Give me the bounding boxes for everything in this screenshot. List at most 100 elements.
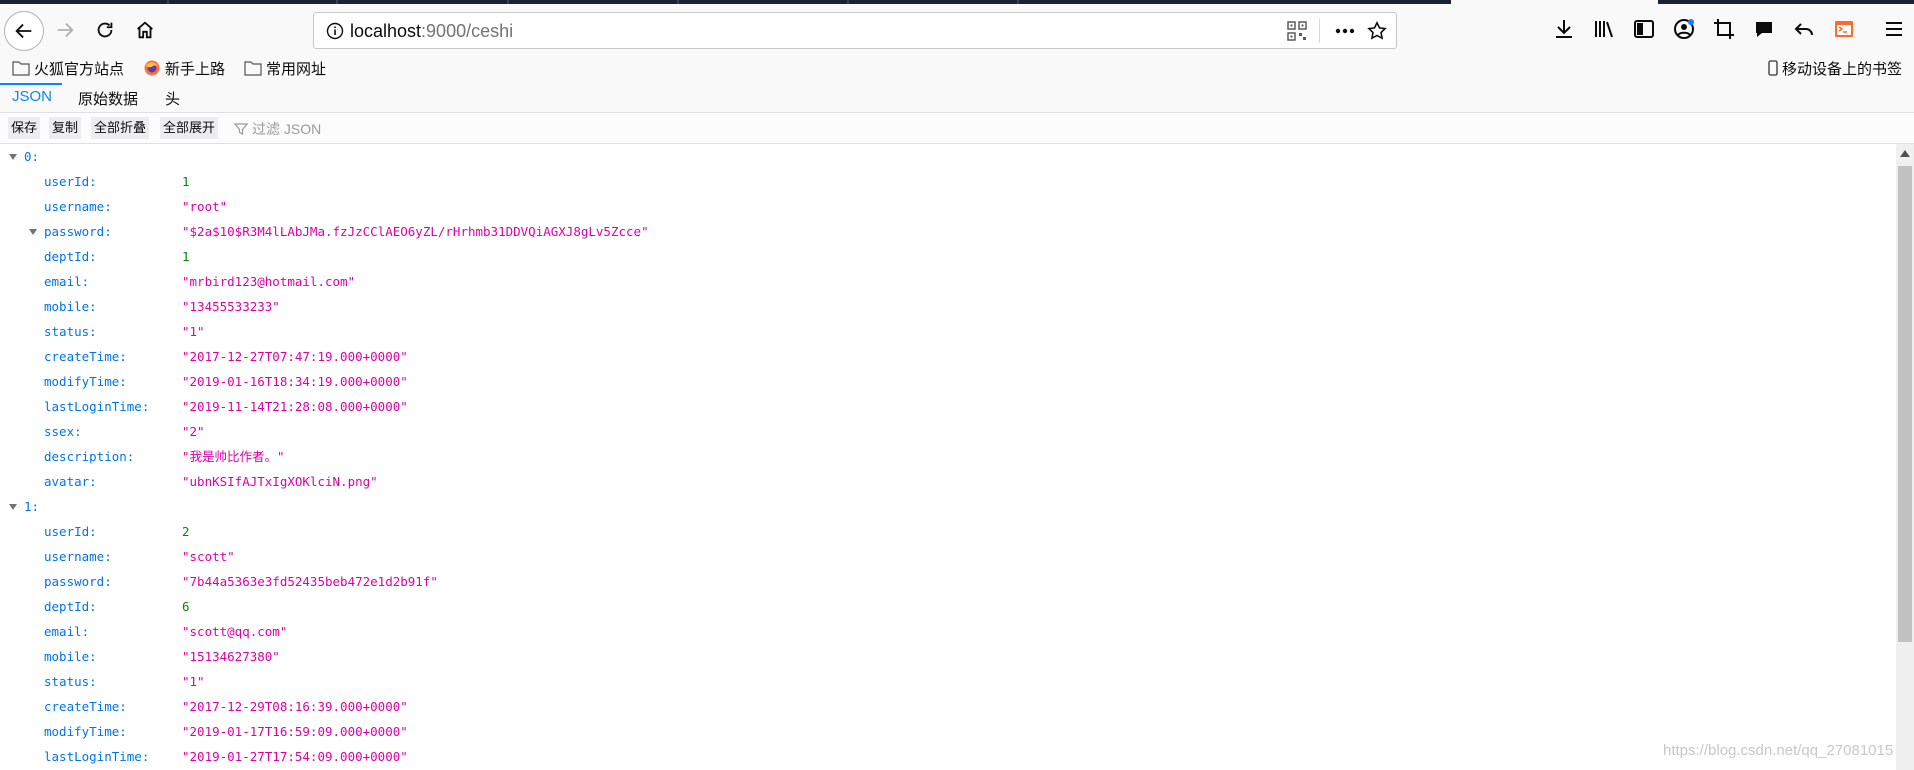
- bookmark-star-icon[interactable]: [1366, 20, 1388, 42]
- bookmark-getting-started[interactable]: 新手上路: [143, 57, 225, 79]
- json-field-row[interactable]: lastLoginTime: "2019-11-14T21:28:08.000+0…: [0, 394, 1896, 419]
- filter-funnel-icon: [234, 123, 248, 135]
- bookmark-common-sites[interactable]: 常用网址: [244, 57, 326, 79]
- library-icon[interactable]: [1592, 17, 1616, 41]
- field-value: "root": [182, 199, 228, 214]
- hamburger-menu-icon[interactable]: [1882, 17, 1906, 41]
- back-button[interactable]: [4, 11, 44, 51]
- field-value: "2017-12-29T08:16:39.000+0000": [182, 699, 408, 714]
- json-field-row[interactable]: mobile: "15134627380": [0, 644, 1896, 669]
- bookmark-label: 火狐官方站点: [34, 60, 125, 78]
- json-field-row[interactable]: deptId: 6: [0, 594, 1896, 619]
- json-field-row[interactable]: email: "scott@qq.com": [0, 619, 1896, 644]
- more-options-icon[interactable]: [1332, 20, 1358, 42]
- field-value: "1": [182, 324, 205, 339]
- field-key: createTime:: [44, 349, 127, 364]
- json-field-row[interactable]: modifyTime: "2019-01-16T18:34:19.000+0000…: [0, 369, 1896, 394]
- json-tree: 0: userId: 1 username: "root" password: "$2a$1…: [0, 144, 1896, 770]
- json-field-row[interactable]: lastLoginTime: "2019-01-27T17:54:09.000+0…: [0, 744, 1896, 769]
- field-key: email:: [44, 624, 90, 639]
- reload-button[interactable]: [85, 10, 125, 50]
- filter-placeholder: 过滤 JSON: [252, 121, 322, 137]
- field-key: ssex:: [44, 424, 82, 439]
- json-field-row[interactable]: username: "root": [0, 194, 1896, 219]
- chat-bubble-icon[interactable]: [1752, 17, 1776, 41]
- field-key: createTime:: [44, 699, 127, 714]
- json-field-row[interactable]: description: "我是帅比作者。": [0, 444, 1896, 469]
- json-field-row[interactable]: mobile: "13455533233": [0, 294, 1896, 319]
- save-button[interactable]: 保存: [8, 117, 41, 139]
- json-field-row[interactable]: userId: 1: [0, 169, 1896, 194]
- firefox-logo-icon: [144, 60, 160, 76]
- expand-all-button[interactable]: 全部展开: [160, 117, 219, 139]
- scrollbar-thumb[interactable]: [1898, 166, 1912, 642]
- scroll-up-arrow-icon[interactable]: [1900, 150, 1910, 157]
- download-icon[interactable]: [1552, 17, 1576, 41]
- field-value: 1: [182, 249, 190, 264]
- home-icon: [137, 21, 153, 39]
- home-button[interactable]: [125, 10, 165, 50]
- json-field-row[interactable]: password: "7b44a5363e3fd52435beb472e1d2b9…: [0, 569, 1896, 594]
- filter-json-input[interactable]: 过滤 JSON: [234, 119, 321, 139]
- json-record-row[interactable]: 1:: [0, 494, 1896, 519]
- vertical-scrollbar[interactable]: [1896, 144, 1914, 770]
- screenshot-crop-icon[interactable]: [1712, 17, 1736, 41]
- field-value: "13455533233": [182, 299, 280, 314]
- field-key: userId:: [44, 174, 97, 189]
- json-field-row[interactable]: createTime: "2017-12-27T07:47:19.000+0000…: [0, 344, 1896, 369]
- forward-button[interactable]: [45, 10, 85, 50]
- bookmark-firefox-official[interactable]: 火狐官方站点: [12, 57, 124, 79]
- field-value: "mrbird123@hotmail.com": [182, 274, 356, 289]
- field-value: "2019-01-27T17:54:09.000+0000": [182, 749, 408, 764]
- json-field-row[interactable]: avatar: "ubnKSIfAJTxIgXOKlciN.png": [0, 469, 1896, 494]
- field-key: email:: [44, 274, 90, 289]
- navigation-toolbar: localhost:9000/ceshi: [0, 4, 1914, 58]
- active-tab-underline: [0, 83, 62, 85]
- field-key: username:: [44, 549, 112, 564]
- url-text[interactable]: localhost:9000/ceshi: [350, 21, 513, 42]
- address-bar[interactable]: localhost:9000/ceshi: [313, 12, 1397, 49]
- copy-button[interactable]: 复制: [49, 117, 82, 139]
- arrow-right-icon: [57, 22, 74, 38]
- json-field-row[interactable]: deptId: 1: [0, 244, 1896, 269]
- field-key: mobile:: [44, 649, 97, 664]
- bookmarks-bar: 火狐官方站点 新手上路 常用网址 移动设备上的书签: [0, 53, 1914, 83]
- field-key: avatar:: [44, 474, 97, 489]
- bookmark-label: 常用网址: [266, 60, 327, 78]
- account-icon[interactable]: [1672, 17, 1696, 41]
- field-value: "2": [182, 424, 205, 439]
- info-icon[interactable]: [326, 22, 344, 40]
- json-field-row[interactable]: email: "mrbird123@hotmail.com": [0, 269, 1896, 294]
- json-field-row[interactable]: userId: 2: [0, 519, 1896, 544]
- json-viewer-tabs: JSON 原始数据 头: [0, 83, 1914, 113]
- field-value: 1: [182, 174, 190, 189]
- bookmark-mobile[interactable]: 移动设备上的书签: [1768, 57, 1902, 79]
- field-value: 2: [182, 524, 190, 539]
- tab-headers[interactable]: 头: [165, 88, 180, 109]
- bookmark-label: 新手上路: [165, 60, 226, 78]
- field-value: "7b44a5363e3fd52435beb472e1d2b91f": [182, 574, 438, 589]
- field-key: status:: [44, 324, 97, 339]
- expand-triangle-icon[interactable]: [9, 154, 17, 160]
- tab-raw-data[interactable]: 原始数据: [78, 88, 138, 109]
- json-record-row[interactable]: 0:: [0, 144, 1896, 169]
- qr-code-icon[interactable]: [1287, 21, 1307, 41]
- json-field-row[interactable]: createTime: "2017-12-29T08:16:39.000+0000…: [0, 694, 1896, 719]
- json-field-row[interactable]: modifyTime: "2019-01-17T16:59:09.000+0000…: [0, 719, 1896, 744]
- json-field-row[interactable]: status: "1": [0, 669, 1896, 694]
- json-field-row[interactable]: username: "scott": [0, 544, 1896, 569]
- field-key: modifyTime:: [44, 724, 127, 739]
- tab-json[interactable]: JSON: [12, 88, 52, 105]
- mobile-phone-icon: [1768, 60, 1778, 76]
- json-field-row[interactable]: ssex: "2": [0, 419, 1896, 444]
- folder-icon: [244, 61, 262, 76]
- field-key: status:: [44, 674, 97, 689]
- expand-triangle-icon[interactable]: [29, 229, 37, 235]
- sidebar-icon[interactable]: [1632, 17, 1656, 41]
- json-field-row[interactable]: password: "$2a$10$R3M4lLAbJMa.fzJzCClAEO6…: [0, 219, 1896, 244]
- undo-arrow-icon[interactable]: [1792, 17, 1816, 41]
- developer-console-icon[interactable]: [1832, 17, 1856, 41]
- json-field-row[interactable]: status: "1": [0, 319, 1896, 344]
- expand-triangle-icon[interactable]: [9, 504, 17, 510]
- collapse-all-button[interactable]: 全部折叠: [91, 117, 150, 139]
